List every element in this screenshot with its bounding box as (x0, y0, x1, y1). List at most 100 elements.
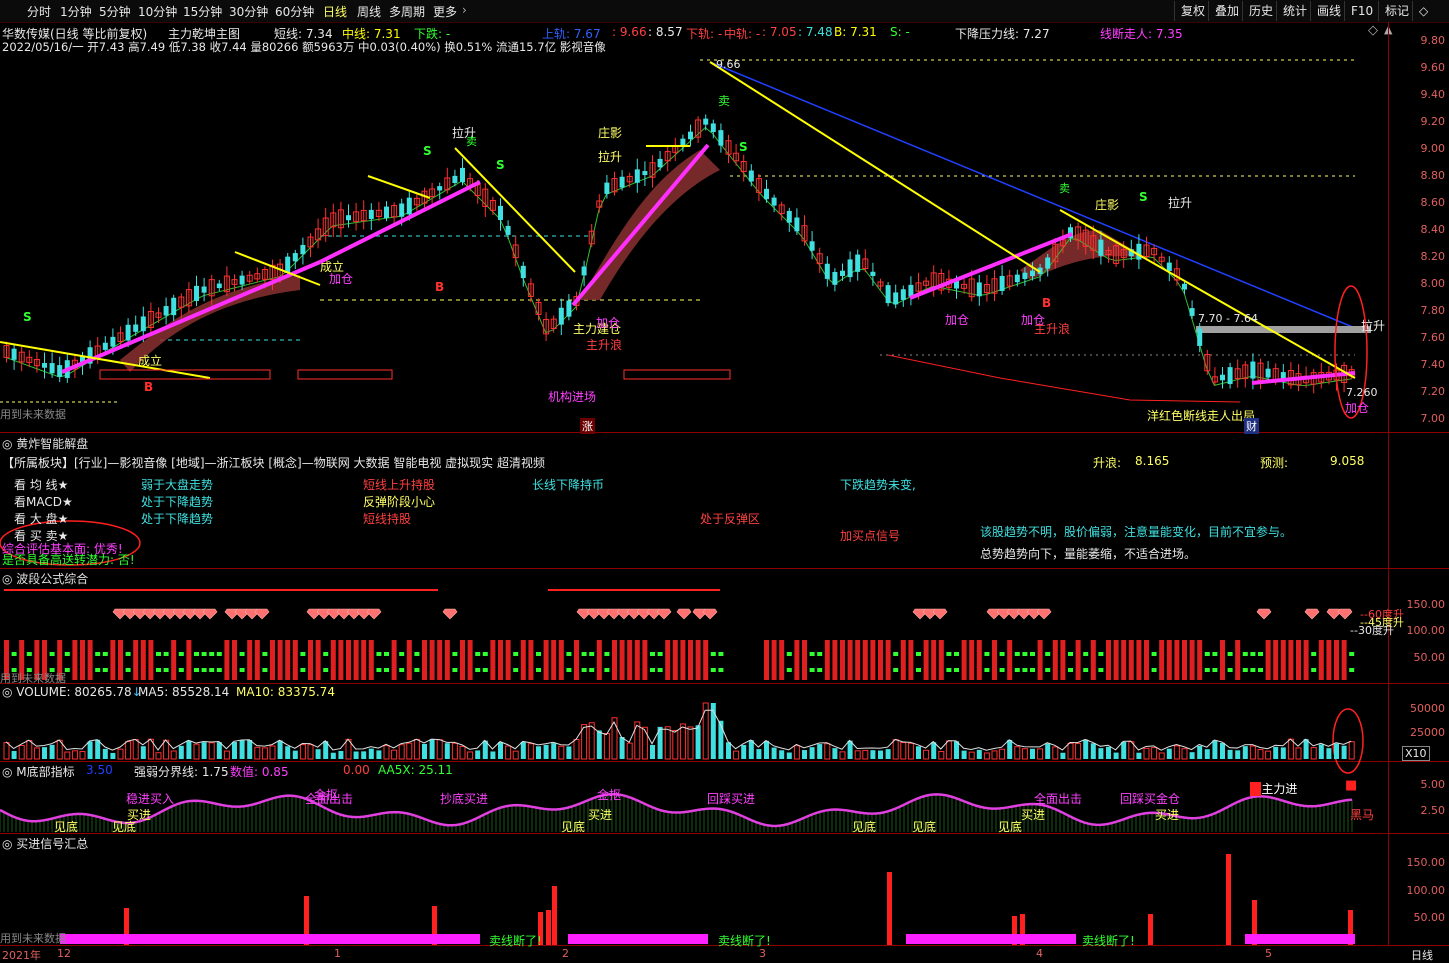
wave-dot (566, 652, 572, 656)
wave-bar (878, 640, 883, 680)
advice-line-1: 该股趋势不明，股价偏弱，注意量能变化，目前不宜参与。 (980, 525, 1293, 539)
candle-body-down (42, 363, 47, 368)
diamond-icon (1337, 608, 1353, 620)
annot-sell: 卖 (1059, 182, 1070, 195)
wave-bar (391, 640, 397, 680)
annot-pull-up: 拉升 (1361, 319, 1386, 333)
m-buy-in: 买进 (1021, 808, 1046, 822)
wave-bar (802, 640, 807, 680)
annot-s: S (23, 310, 32, 324)
volume-bar-up (451, 742, 458, 760)
wave-dot (1311, 668, 1317, 672)
wave-bar (1220, 640, 1225, 680)
volume-bar-down (1060, 752, 1066, 759)
wave-dot (786, 652, 792, 656)
ai-row-ma: 弱于大盘走势 (141, 478, 214, 492)
sell-break-label: 卖线断了! (1082, 934, 1135, 948)
wave-bar (254, 640, 260, 680)
y-tick: 7.60 (1420, 331, 1446, 344)
wave-dot (1083, 652, 1089, 656)
buy-signal-bar (887, 872, 892, 945)
volume-bar-up (854, 750, 861, 760)
volume-bar-down (429, 739, 435, 759)
volume-bar-down (498, 742, 503, 759)
volume-bar-up (938, 750, 945, 760)
m-see-bottom: 见底 (912, 820, 937, 834)
volume-bar-down (764, 740, 769, 759)
volume-bar-down (650, 744, 655, 759)
wave-dot (452, 652, 458, 656)
wave-dot (125, 668, 131, 672)
wave-dot (999, 668, 1005, 672)
volume-bar-down (376, 750, 382, 759)
wave-dot (650, 652, 655, 656)
volume-ma5: MA5: 85528.14 (138, 685, 230, 699)
volume-bar-down (315, 749, 321, 759)
candle-body-down (604, 182, 610, 194)
candle-body-down (239, 275, 245, 285)
wave-dot (1022, 652, 1028, 656)
annot-sell: 卖 (466, 135, 477, 148)
wave-dot (1227, 652, 1233, 656)
wave-bar (1136, 640, 1142, 680)
volume-bar-down (110, 752, 116, 759)
volume-bar-up (223, 750, 230, 760)
candle-body-down (999, 275, 1005, 291)
m-dark-horse: 黑马 (1350, 808, 1375, 822)
wave-dot (710, 668, 716, 672)
annot-add-position: 加仓 (1345, 401, 1370, 415)
volume-bar-up (1143, 747, 1150, 760)
volume-bar-down (422, 743, 427, 759)
y-tick: 9.00 (1420, 142, 1446, 155)
volume-bar-down (1045, 743, 1051, 759)
wave-bar (1182, 640, 1187, 680)
future-data-note: 用到未来数据 (0, 408, 66, 421)
volume-bar-down (201, 742, 207, 759)
wave-bar (346, 640, 351, 680)
wave-bar (1341, 640, 1347, 680)
wave-bar (118, 640, 123, 680)
wave-bar (695, 640, 701, 680)
sector-line: 【所属板块】[行业]—影视音像 [地域]—浙江板块 [概念]—物联网 大数据 智… (2, 456, 545, 470)
annot-rise-badge: 涨 (580, 418, 595, 434)
m-full-attack: 全面出击 (1034, 792, 1083, 806)
m-see-bottom: 见底 (561, 820, 586, 834)
wave-dot (323, 652, 329, 656)
wave-dot (893, 668, 899, 672)
volume-bar-up (679, 723, 686, 760)
volume-bar-up (527, 743, 534, 760)
wave-bar (1326, 640, 1332, 680)
candle-body-down (399, 203, 405, 217)
wave-bar (779, 640, 785, 680)
wave-dot (399, 668, 405, 672)
candle-body-down (855, 254, 861, 272)
wave-dot (178, 652, 184, 656)
current-price-label: 7.260 (1346, 386, 1378, 399)
buy-panel-title: ◎ 买进信号汇总 (2, 837, 89, 851)
candle-body-down (832, 271, 838, 285)
wave-dot (1068, 668, 1073, 672)
wave-dot (1227, 668, 1233, 672)
time-label: 5 (1265, 947, 1272, 960)
wave-bar (490, 640, 496, 680)
wave-bar (1106, 640, 1111, 680)
volume-bar-down (566, 746, 572, 759)
wave-bar (498, 640, 503, 680)
wave-bar (619, 640, 625, 680)
wave-dot (1242, 668, 1248, 672)
candle-body-down (1265, 368, 1271, 378)
volume-bar-up (793, 745, 800, 760)
volume-bar-up (862, 749, 869, 760)
volume-bar-down (931, 742, 937, 759)
volume-bar-up (1287, 738, 1294, 760)
volume-bar-up (664, 726, 671, 760)
m-red-block: ■ (1345, 778, 1358, 793)
wave-dot (809, 652, 815, 656)
wave-dot (475, 668, 481, 672)
wave-bar (1166, 640, 1172, 680)
volume-bar-down (330, 752, 336, 759)
volume-bar-down (536, 746, 541, 759)
volume-bar-down (1341, 745, 1347, 759)
candle-body-down (885, 285, 891, 304)
wave-dot (916, 652, 921, 656)
